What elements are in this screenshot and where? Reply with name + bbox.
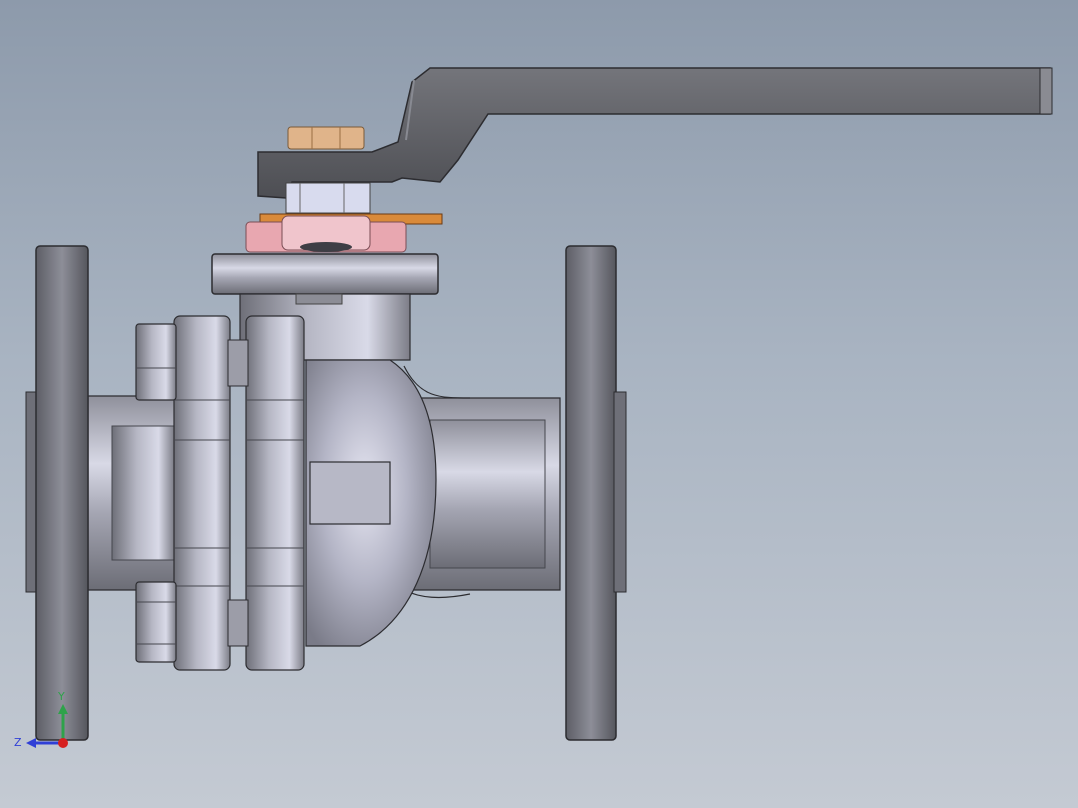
z-axis-label: Z bbox=[14, 736, 22, 749]
top-nut bbox=[287, 126, 365, 150]
joint-bolt-upper bbox=[135, 323, 177, 401]
stem-nut bbox=[285, 182, 371, 214]
joint-bolt-lower bbox=[135, 581, 177, 663]
bonnet-plate bbox=[211, 253, 439, 295]
ball-cavity bbox=[305, 359, 437, 647]
y-axis-label: Y bbox=[57, 690, 65, 703]
cad-viewport[interactable]: Y Z bbox=[0, 0, 1078, 808]
ball-valve-model[interactable]: Y Z bbox=[0, 0, 1078, 808]
lever-handle[interactable] bbox=[257, 67, 1053, 199]
left-body-pipe bbox=[87, 395, 177, 591]
body-joint-flange bbox=[173, 315, 305, 671]
right-end-flange bbox=[565, 245, 627, 741]
left-end-flange bbox=[25, 245, 89, 741]
